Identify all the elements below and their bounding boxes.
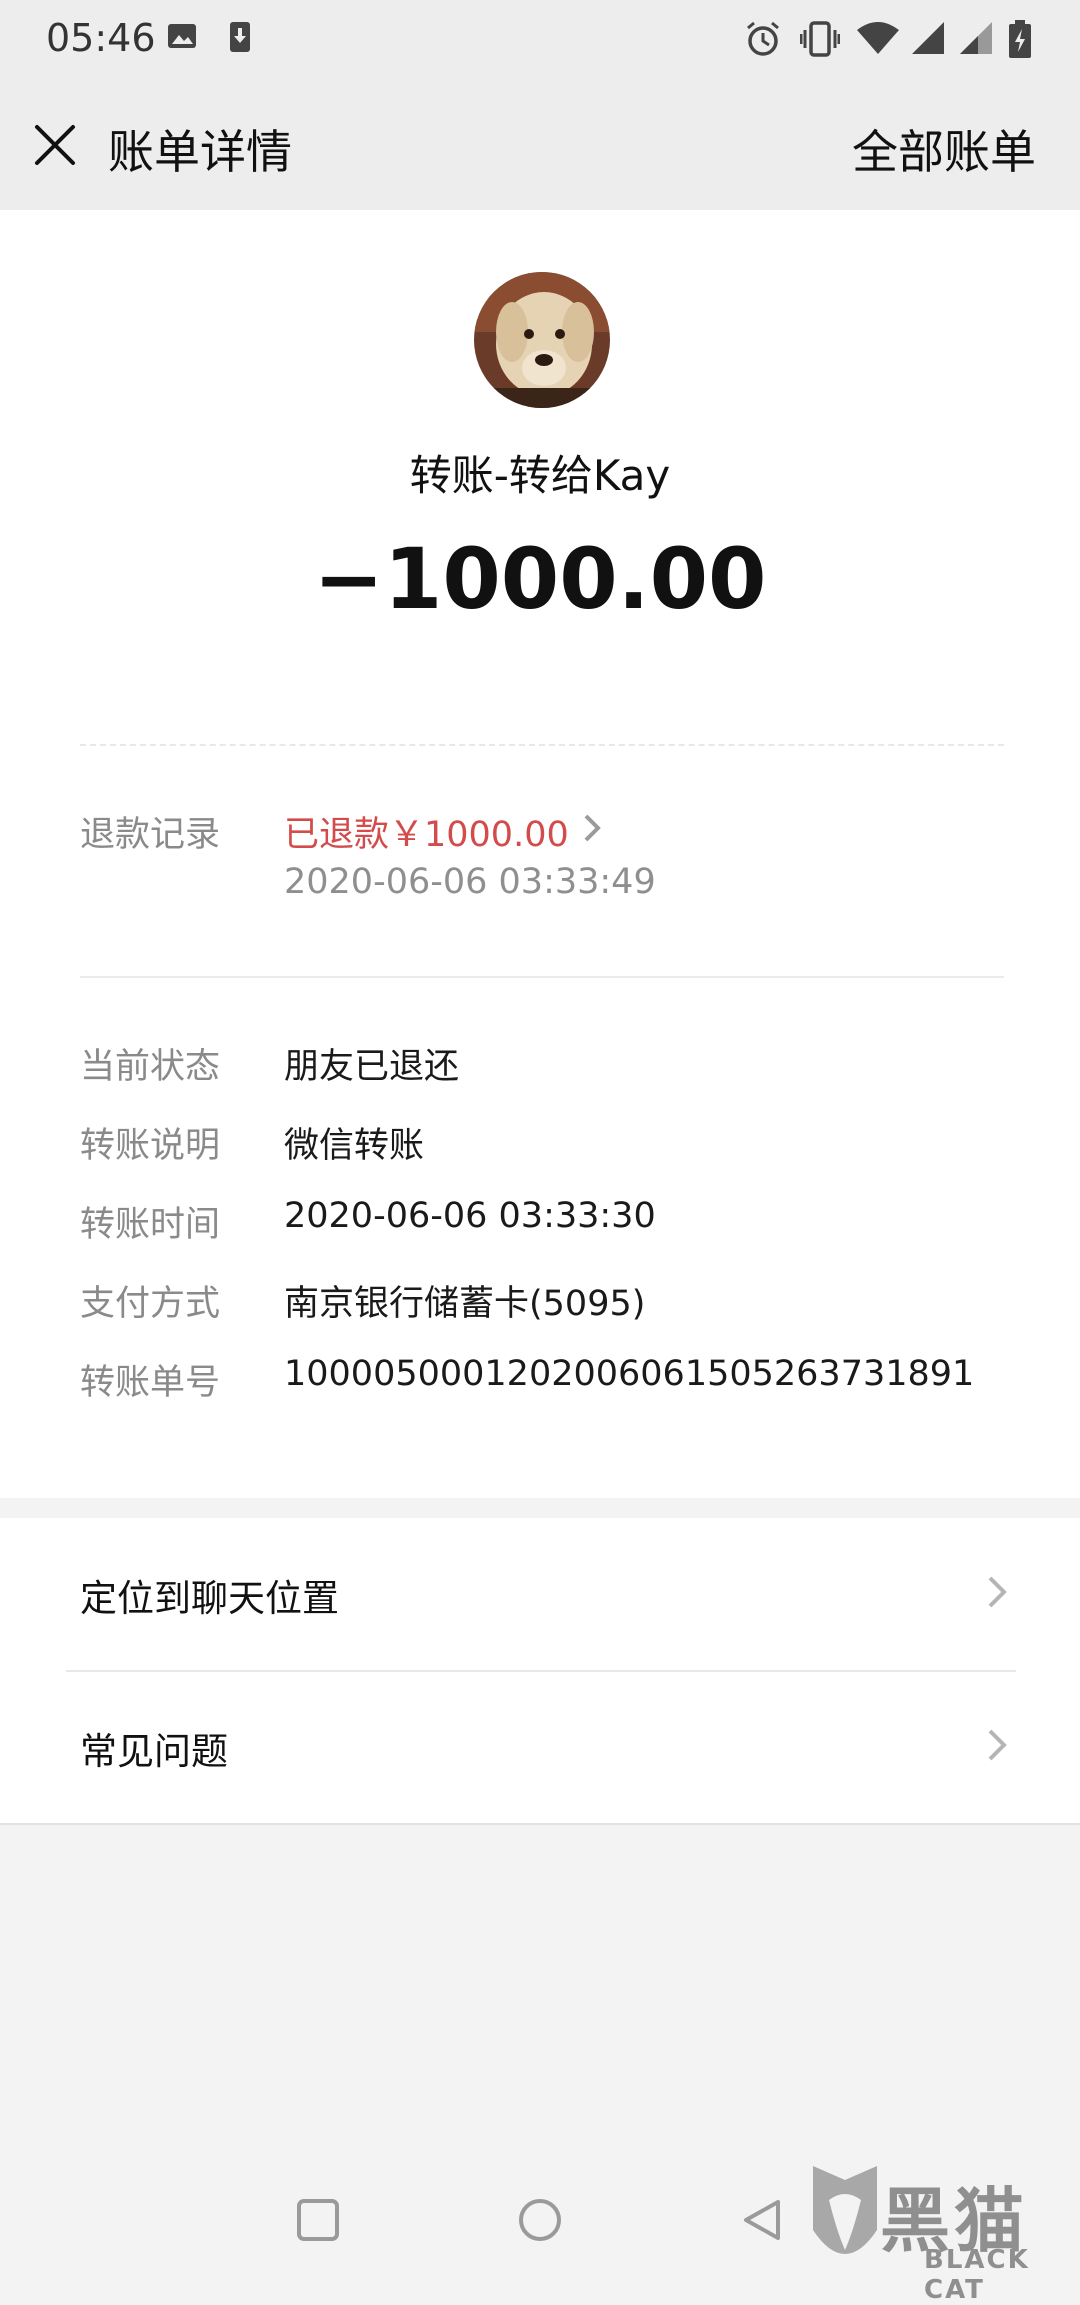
wifi-icon [857,22,899,54]
header-bar: 账单详情 全部账单 [0,80,1080,210]
chevron-right-icon[interactable] [582,812,604,844]
avatar [474,272,610,408]
chevron-right-icon [988,1576,1007,1608]
transaction-subject: 转账-转给Kay [409,451,671,500]
list-item-label: 常见问题 [80,1730,228,1773]
detail-value: 1000050001202006061505263731891 [284,1354,975,1394]
alarm-icon [747,21,779,56]
detail-label: 支付方式 [80,1284,221,1324]
download-icon [230,22,250,52]
battery-icon [1009,20,1031,58]
watermark-english: BLACK CAT [924,2245,1030,2305]
detail-value: 朋友已退还 [284,1047,460,1087]
status-time: 05:46 [46,16,156,60]
bill-detail-card: 转账-转给Kay −1000.00 退款记录 已退款￥1000.00 2020-… [0,210,1080,1498]
back-icon[interactable] [740,2198,784,2242]
detail-label: 转账时间 [80,1205,221,1245]
image-icon [168,24,196,48]
detail-value: 2020-06-06 03:33:30 [284,1196,656,1236]
all-bills-link[interactable]: 全部账单 [852,116,1036,182]
locate-chat-item[interactable]: 定位到聊天位置 [0,1518,1080,1670]
vibrate-icon [800,21,840,57]
faq-item[interactable]: 常见问题 [0,1671,1080,1823]
page-title: 账单详情 [108,125,292,179]
refund-time: 2020-06-06 03:33:49 [284,862,656,902]
list-item-label: 定位到聊天位置 [80,1577,339,1620]
detail-value: 微信转账 [284,1126,425,1166]
refund-status-link[interactable]: 已退款￥1000.00 [284,806,569,857]
section-divider [80,976,1004,978]
detail-value: 南京银行储蓄卡(5095) [284,1284,646,1324]
chevron-right-icon [988,1729,1007,1761]
recent-apps-icon[interactable] [296,2198,340,2242]
home-icon[interactable] [518,2198,562,2242]
signal-icon [912,22,944,54]
signal-icon-2 [960,22,992,54]
close-icon[interactable] [32,122,78,168]
status-bar: 05:46 [0,0,1080,80]
transaction-amount: −1000.00 [313,530,767,628]
detail-label: 当前状态 [80,1047,221,1087]
action-list: 定位到聊天位置 常见问题 [0,1518,1080,1825]
detail-label: 转账说明 [80,1126,221,1166]
dashed-divider [80,744,1004,746]
detail-label: 转账单号 [80,1363,221,1403]
refund-label: 退款记录 [80,815,221,855]
